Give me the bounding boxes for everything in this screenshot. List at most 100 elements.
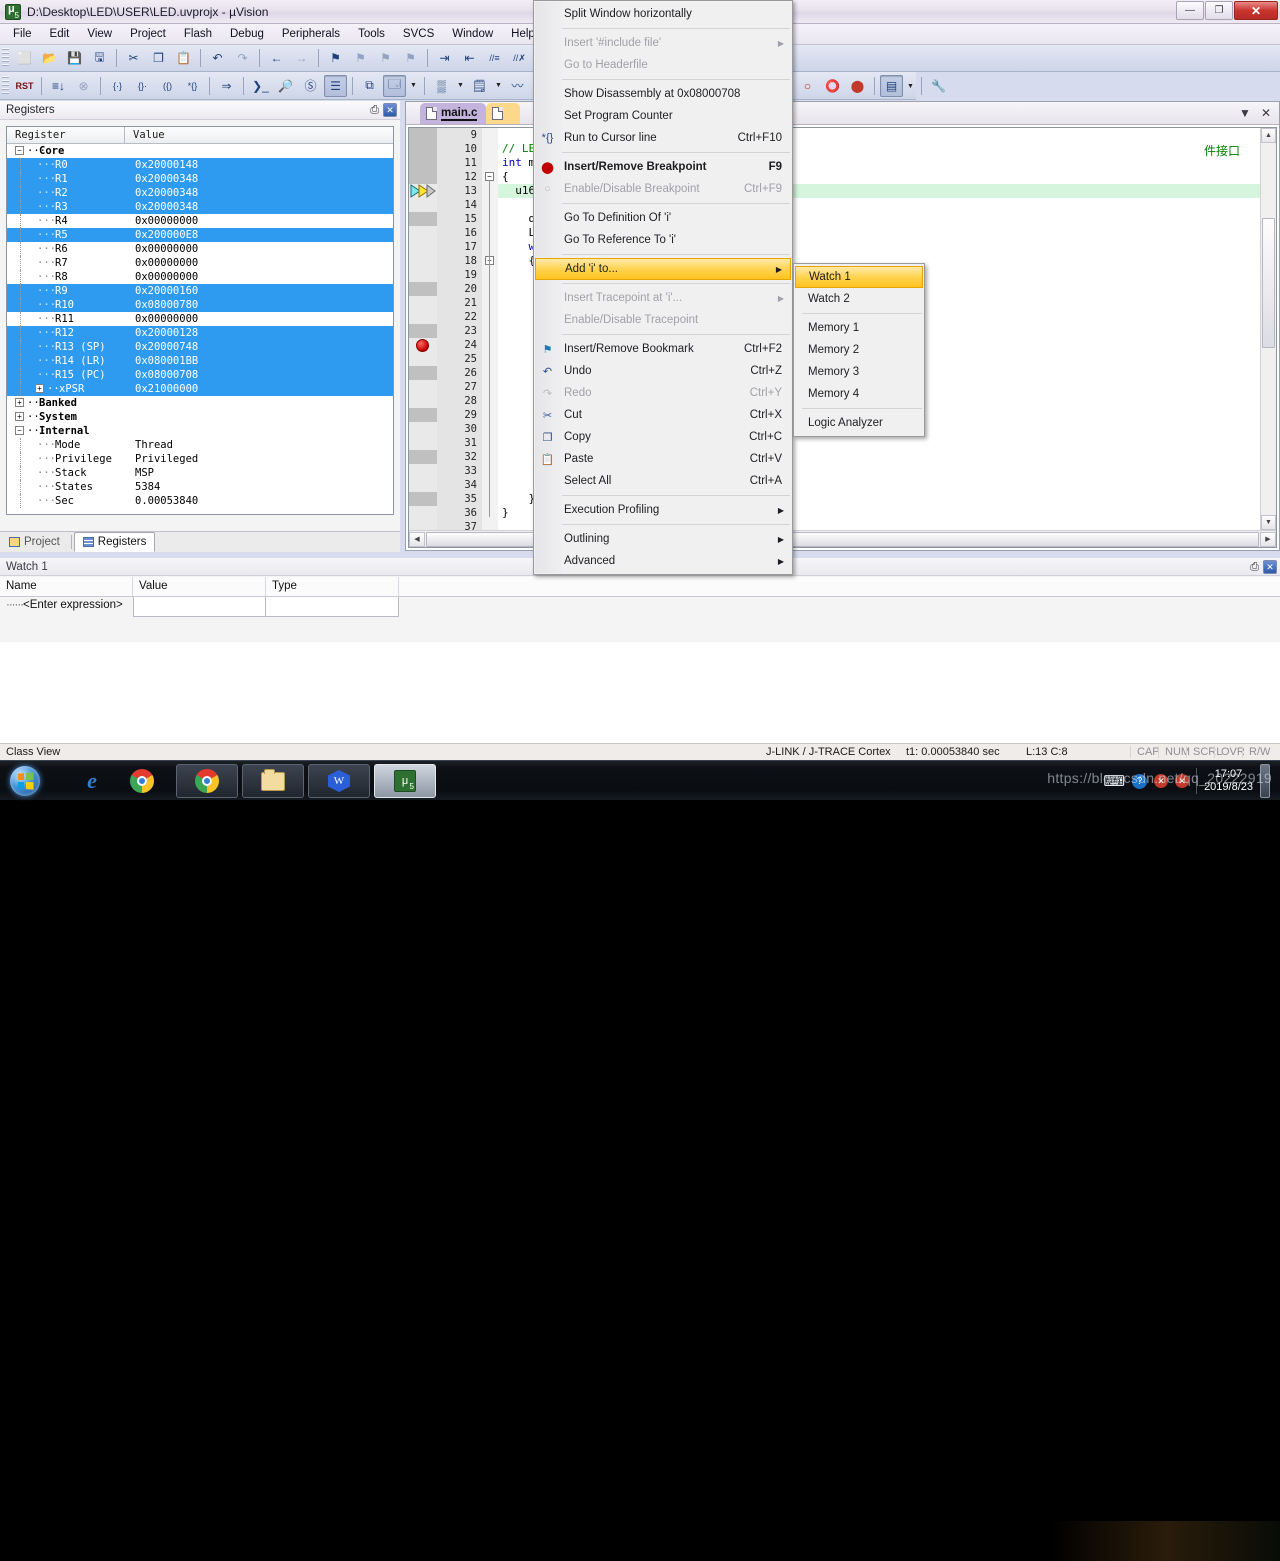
editor-vscroll-thumb[interactable] bbox=[1262, 218, 1275, 348]
chrome-icon[interactable] bbox=[126, 765, 158, 797]
taskbar-clock[interactable]: 17:07 2019/8/23 bbox=[1204, 768, 1253, 794]
menu-item-run-to-cursor-line[interactable]: *{} Run to Cursor line Ctrl+F10 bbox=[534, 127, 792, 149]
menu-item-add-i-to[interactable]: Add 'i' to... ▶ bbox=[535, 258, 791, 280]
restore-button[interactable]: ❐ bbox=[1205, 1, 1233, 20]
register-row[interactable]: ··· R9 0x20000160 bbox=[7, 284, 393, 298]
menu-item-advanced[interactable]: Advanced ▶ bbox=[534, 550, 792, 572]
code-line[interactable]: { bbox=[502, 254, 535, 268]
group-expander[interactable]: − bbox=[15, 426, 24, 435]
group-expander[interactable]: − bbox=[15, 146, 24, 155]
menu-item-memory-4[interactable]: Memory 4 bbox=[794, 383, 924, 405]
menu-item-undo[interactable]: ↶ Undo Ctrl+Z bbox=[534, 360, 792, 382]
register-row[interactable]: ··· R8 0x00000000 bbox=[7, 270, 393, 284]
editor-vertical-scrollbar[interactable]: ▲ ▼ bbox=[1260, 128, 1276, 530]
menu-item-show-disassembly-at-0x08000708[interactable]: Show Disassembly at 0x08000708 bbox=[534, 83, 792, 105]
menu-tools[interactable]: Tools bbox=[349, 26, 394, 42]
menu-view[interactable]: View bbox=[78, 26, 121, 42]
watch-grid[interactable]: Name Value Type ······<Enter expression> bbox=[0, 577, 1280, 617]
indent-icon[interactable]: ⇥ bbox=[433, 47, 456, 69]
menu-item-go-to-definition-of-i[interactable]: Go To Definition Of 'i' bbox=[534, 207, 792, 229]
register-row[interactable]: + ·· xPSR 0x21000000 bbox=[7, 382, 393, 396]
register-row[interactable]: ··· R4 0x00000000 bbox=[7, 214, 393, 228]
register-row[interactable]: ··· R5 0x200000E8 bbox=[7, 228, 393, 242]
register-row[interactable]: ··· R3 0x20000348 bbox=[7, 200, 393, 214]
cut-icon[interactable]: ✂ bbox=[122, 47, 145, 69]
code-line[interactable]: } bbox=[502, 492, 535, 506]
menu-item-cut[interactable]: ✂ Cut Ctrl+X bbox=[534, 404, 792, 426]
watch-windows-icon[interactable]: 🗔 bbox=[383, 74, 406, 97]
comment-icon[interactable]: //≡ bbox=[483, 47, 506, 69]
menu-item-memory-1[interactable]: Memory 1 bbox=[794, 317, 924, 339]
code-folding-gutter[interactable]: −− bbox=[482, 128, 498, 530]
register-group-core[interactable]: − ··· Core bbox=[7, 144, 393, 158]
keyboard-icon[interactable]: ⌨ bbox=[1103, 772, 1125, 790]
navigate-back-icon[interactable]: ← bbox=[265, 47, 288, 69]
watch-row[interactable]: ······<Enter expression> bbox=[0, 597, 1280, 617]
toolbar-grip-2[interactable] bbox=[2, 75, 9, 96]
register-row[interactable]: ··· R14 (LR) 0x080001BB bbox=[7, 354, 393, 368]
save-all-icon[interactable]: 🖫 bbox=[88, 47, 111, 69]
editor-group-close-icon[interactable]: ✕ bbox=[1261, 106, 1271, 120]
watch-column-name[interactable]: Name bbox=[0, 577, 133, 596]
call-stack-window-icon[interactable]: ⧉ bbox=[358, 75, 381, 97]
watch-value-cell[interactable] bbox=[133, 597, 266, 617]
undo-icon[interactable]: ↶ bbox=[206, 47, 229, 69]
menu-item-watch-1[interactable]: Watch 1 bbox=[795, 266, 923, 288]
scroll-down-arrow[interactable]: ▼ bbox=[1261, 515, 1276, 530]
paste-icon[interactable]: 📋 bbox=[172, 47, 195, 69]
reset-cpu-icon[interactable]: RST bbox=[13, 75, 36, 97]
analysis-windows-icon[interactable]: 〰 bbox=[506, 75, 529, 97]
register-row[interactable]: ··· Privilege Privileged bbox=[7, 452, 393, 466]
taskbar-wps[interactable]: W bbox=[308, 764, 370, 798]
menu-flash[interactable]: Flash bbox=[175, 26, 221, 42]
menu-debug[interactable]: Debug bbox=[221, 26, 273, 42]
breakpoint-disable-icon[interactable]: ○ bbox=[796, 75, 819, 97]
menu-svcs[interactable]: SVCS bbox=[394, 26, 443, 42]
menu-item-insert-remove-bookmark[interactable]: ⚑ Insert/Remove Bookmark Ctrl+F2 bbox=[534, 338, 792, 360]
uncomment-icon[interactable]: //✗ bbox=[508, 47, 531, 69]
breakpoint-marker[interactable] bbox=[416, 339, 429, 352]
show-desktop-button[interactable] bbox=[1260, 764, 1270, 798]
dock-tab-project[interactable]: Project bbox=[0, 532, 69, 552]
register-row[interactable]: ··· R15 (PC) 0x08000708 bbox=[7, 368, 393, 382]
sub-expander[interactable]: + bbox=[35, 384, 44, 393]
network-error-icon[interactable]: ✕ bbox=[1154, 774, 1169, 788]
menu-window[interactable]: Window bbox=[443, 26, 502, 42]
register-row[interactable]: ··· Stack MSP bbox=[7, 466, 393, 480]
register-row[interactable]: ··· Sec 0.00053840 bbox=[7, 494, 393, 508]
menu-item-set-program-counter[interactable]: Set Program Counter bbox=[534, 105, 792, 127]
manage-windows-icon[interactable]: ▤ bbox=[880, 75, 903, 97]
register-row[interactable]: ··· R1 0x20000348 bbox=[7, 172, 393, 186]
editor-group-dropdown-icon[interactable]: ▼ bbox=[1239, 106, 1251, 120]
manage-windows-dropdown-arrow[interactable]: ▼ bbox=[904, 75, 917, 97]
editor-context-menu[interactable]: Split Window horizontally Insert '#includ… bbox=[533, 0, 793, 575]
open-file-icon[interactable]: 📂 bbox=[38, 47, 61, 69]
bookmark-toggle-icon[interactable]: ⚑ bbox=[324, 47, 347, 69]
taskbar-explorer[interactable] bbox=[242, 764, 304, 798]
add-to-submenu[interactable]: Watch 1 Watch 2 Memory 1 Memory 2 Memory 3 Me… bbox=[793, 263, 925, 437]
register-row[interactable]: ··· Mode Thread bbox=[7, 438, 393, 452]
step-over-icon[interactable]: {}· bbox=[131, 75, 154, 97]
show-next-statement-icon[interactable]: ⇒ bbox=[215, 75, 238, 97]
volume-mute-icon[interactable]: ✕ bbox=[1175, 774, 1190, 788]
pin-icon[interactable]: ⎙ bbox=[370, 104, 379, 117]
register-row[interactable]: ··· States 5384 bbox=[7, 480, 393, 494]
register-group-internal[interactable]: − ··· Internal bbox=[7, 424, 393, 438]
registers-tree[interactable]: − ··· Core ··· R0 0x20000148 ··· R1 0x20000348 ··… bbox=[7, 144, 393, 508]
watch-type-cell[interactable] bbox=[266, 597, 399, 617]
memory-windows-dropdown-arrow[interactable]: ▼ bbox=[454, 75, 467, 97]
copy-icon[interactable]: ❐ bbox=[147, 47, 170, 69]
scroll-up-arrow[interactable]: ▲ bbox=[1261, 128, 1276, 143]
watch-expression-cell[interactable]: ······<Enter expression> bbox=[0, 597, 133, 617]
help-icon[interactable]: ? bbox=[1132, 773, 1148, 789]
register-group-banked[interactable]: + ··· Banked bbox=[7, 396, 393, 410]
menu-project[interactable]: Project bbox=[121, 26, 175, 42]
watch-column-type[interactable]: Type bbox=[266, 577, 399, 596]
register-row[interactable]: ··· R10 0x08000780 bbox=[7, 298, 393, 312]
disassembly-window-icon[interactable]: 🔎 bbox=[274, 75, 297, 97]
register-row[interactable]: ··· R13 (SP) 0x20000748 bbox=[7, 340, 393, 354]
menu-item-execution-profiling[interactable]: Execution Profiling ▶ bbox=[534, 499, 792, 521]
menu-item-outlining[interactable]: Outlining ▶ bbox=[534, 528, 792, 550]
run-to-cursor-icon[interactable]: *{} bbox=[181, 75, 204, 97]
menu-edit[interactable]: Edit bbox=[41, 26, 79, 42]
